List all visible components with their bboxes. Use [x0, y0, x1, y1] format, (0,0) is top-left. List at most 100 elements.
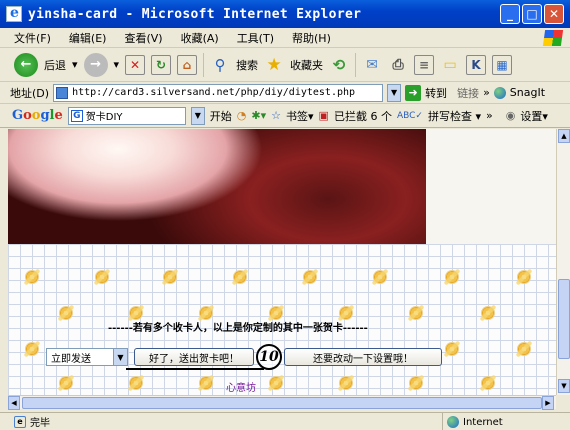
- google-g-icon: G: [70, 109, 83, 122]
- flower-icon: [268, 375, 284, 391]
- status-text: 完毕: [30, 418, 50, 429]
- flower-icon: [516, 341, 532, 357]
- snagit-icon: [493, 86, 506, 99]
- vertical-scroll-thumb[interactable]: [558, 279, 570, 359]
- page-done-icon: e: [14, 415, 26, 428]
- scroll-down-icon[interactable]: ▼: [558, 379, 570, 393]
- site-link[interactable]: 心意坊: [226, 379, 256, 394]
- menu-file[interactable]: 文件(F): [14, 30, 51, 46]
- flower-icon: [198, 375, 214, 391]
- back-label[interactable]: 后退: [44, 57, 66, 73]
- minimize-button[interactable]: _: [500, 4, 520, 24]
- popup-blocked-count[interactable]: 已拦截 6 个: [334, 108, 392, 124]
- zone-label: Internet: [463, 416, 503, 428]
- flower-icon: [444, 341, 460, 357]
- settings-icon: ◉: [505, 109, 516, 122]
- spellcheck-icon: ABC✓: [396, 110, 423, 121]
- research-icon[interactable]: ▦: [492, 54, 513, 75]
- stop-icon[interactable]: ✕: [125, 54, 146, 75]
- print-icon[interactable]: ⎙: [388, 55, 408, 75]
- scroll-right-icon[interactable]: ▶: [542, 396, 554, 410]
- send-card-button[interactable]: 好了，送出贺卡吧！: [134, 348, 254, 366]
- flower-icon: [408, 305, 424, 321]
- flower-icon: [58, 305, 74, 321]
- menu-edit[interactable]: 编辑(E): [69, 30, 107, 46]
- google-search-input[interactable]: G 贺卡DIY: [67, 106, 186, 125]
- window-title: yinsha-card - Microsoft Internet Explore…: [28, 6, 362, 22]
- scroll-left-icon[interactable]: ◀: [8, 396, 20, 410]
- flower-icon: [372, 269, 388, 285]
- address-dropdown-icon[interactable]: ▼: [387, 83, 402, 102]
- forward-arrow-icon[interactable]: →: [83, 52, 108, 77]
- back-arrow-icon[interactable]: ←: [14, 52, 38, 77]
- google-search-value: 贺卡DIY: [85, 112, 123, 123]
- settings-button[interactable]: 设置▾: [520, 108, 548, 124]
- send-time-value: 立即发送: [51, 353, 91, 365]
- status-bar: e 完毕 Internet: [0, 412, 570, 430]
- google-toolbar: Google G 贺卡DIY ▼ 开始 ◔ ✱▾ ☆ 书签▾ ▣ 已拦截 6 个…: [0, 104, 570, 128]
- go-label[interactable]: 转到: [425, 85, 447, 101]
- favorites-star-icon[interactable]: ★: [264, 55, 284, 75]
- popup-blocker-icon: ▣: [318, 109, 329, 122]
- title-bar: yinsha-card - Microsoft Internet Explore…: [0, 0, 570, 28]
- edit-icon[interactable]: ≡: [414, 54, 435, 75]
- address-label: 地址(D): [10, 86, 50, 100]
- flower-icon: [408, 375, 424, 391]
- page-icon: [56, 86, 69, 99]
- flower-icon: [24, 341, 40, 357]
- messenger-icon[interactable]: K: [466, 54, 487, 75]
- google-search-button[interactable]: 开始: [210, 108, 232, 124]
- security-zone: Internet: [442, 413, 503, 430]
- menu-favorites[interactable]: 收藏(A): [181, 30, 219, 46]
- flower-icon: [338, 375, 354, 391]
- refresh-icon[interactable]: ↻: [151, 54, 172, 75]
- search-icon[interactable]: ⚲: [210, 55, 230, 75]
- snagit-label[interactable]: SnagIt: [510, 86, 545, 99]
- horizontal-scroll-thumb[interactable]: [22, 397, 542, 409]
- change-settings-button[interactable]: 还要改动一下设置哦！: [284, 348, 442, 366]
- toolbar-divider: [355, 52, 357, 77]
- close-button[interactable]: ✕: [544, 4, 564, 24]
- vertical-scrollbar[interactable]: ▲ ▼: [556, 129, 570, 395]
- menu-help[interactable]: 帮助(H): [292, 30, 331, 46]
- mail-icon[interactable]: ✉: [362, 55, 382, 75]
- maximize-button[interactable]: □: [522, 4, 542, 24]
- annotation-underline: [126, 368, 264, 370]
- address-bar: 地址(D) http://card3.silversand.net/php/di…: [0, 82, 570, 104]
- menu-view[interactable]: 查看(V): [124, 30, 162, 46]
- flower-icon: [302, 269, 318, 285]
- flower-icon: [58, 375, 74, 391]
- home-icon[interactable]: ⌂: [177, 54, 198, 75]
- bookmarks-button[interactable]: 书签▾: [286, 108, 314, 124]
- scroll-up-icon[interactable]: ▲: [558, 129, 570, 143]
- flower-icon: [516, 269, 532, 285]
- folder-icon[interactable]: ▭: [440, 55, 460, 75]
- google-dropdown-icon[interactable]: ▼: [190, 106, 205, 125]
- back-dropdown-icon[interactable]: ▾: [72, 58, 78, 71]
- google-logo: Google: [12, 108, 63, 123]
- forward-dropdown-icon[interactable]: ▾: [114, 58, 120, 71]
- globe-icon: [447, 416, 459, 428]
- select-dropdown-icon[interactable]: ▼: [113, 349, 127, 365]
- horizontal-scrollbar[interactable]: ◀ ▶: [8, 395, 556, 410]
- search-label[interactable]: 搜索: [236, 57, 258, 73]
- links-label[interactable]: 链接: [457, 85, 479, 101]
- go-arrow-icon[interactable]: ➜: [405, 84, 422, 101]
- address-input[interactable]: http://card3.silversand.net/php/diy/diyt…: [53, 83, 384, 102]
- address-url: http://card3.silversand.net/php/diy/diyt…: [72, 87, 356, 98]
- chevron-right-icon[interactable]: »: [483, 86, 490, 99]
- flower-icon: [232, 269, 248, 285]
- menu-bar: 文件(F) 编辑(E) 查看(V) 收藏(A) 工具(T) 帮助(H): [0, 28, 570, 48]
- send-time-select[interactable]: 立即发送 ▼: [46, 348, 128, 366]
- flower-icon: [162, 269, 178, 285]
- page-viewport: ------若有多个收卡人，以上是你定制的其中一张贺卡------ 立即发送 ▼…: [8, 129, 556, 395]
- favorites-label[interactable]: 收藏夹: [290, 57, 323, 73]
- bookmark-star-icon[interactable]: ☆: [271, 109, 281, 122]
- window-controls: _ □ ✕: [500, 4, 564, 24]
- windows-flag-icon: [542, 30, 564, 46]
- chevron-right-icon[interactable]: »: [486, 109, 493, 122]
- options-icon[interactable]: ✱▾: [251, 109, 266, 122]
- menu-tools[interactable]: 工具(T): [237, 30, 274, 46]
- spellcheck-button[interactable]: 拼写检查 ▾: [428, 108, 481, 124]
- history-icon[interactable]: ⟲: [329, 55, 349, 75]
